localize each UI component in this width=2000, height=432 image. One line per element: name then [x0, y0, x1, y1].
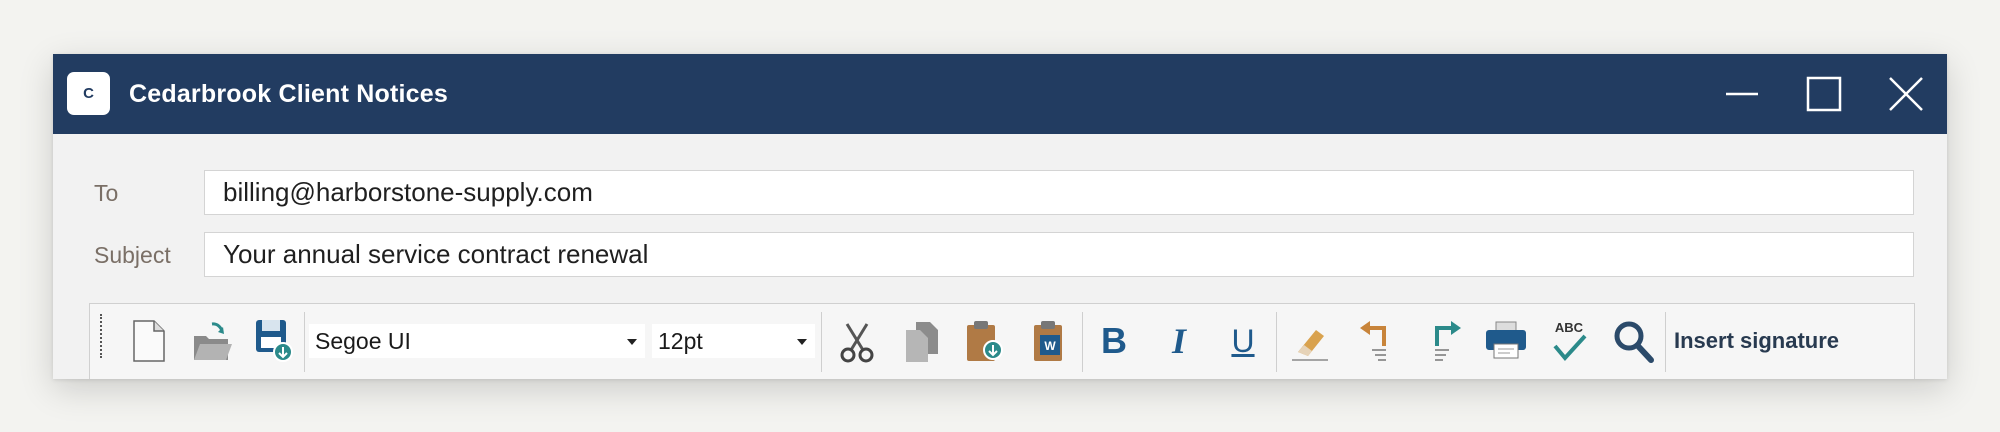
underline-icon: U	[1231, 323, 1255, 359]
font-family-select[interactable]: Segoe UI	[309, 324, 645, 358]
toolbar-separator	[1665, 312, 1666, 372]
chevron-down-icon	[797, 339, 807, 345]
eraser-icon	[1292, 330, 1328, 361]
svg-text:W: W	[1044, 339, 1056, 353]
toolbar-separator	[304, 312, 305, 372]
compose-window: C Cedarbrook Client Notices To billing@h…	[53, 54, 1947, 379]
title-bar: C Cedarbrook Client Notices	[53, 54, 1947, 134]
find-button[interactable]	[1609, 316, 1657, 366]
maximize-button[interactable]	[1800, 70, 1848, 118]
subject-label: Subject	[94, 242, 171, 268]
bold-icon: B	[1101, 320, 1127, 361]
minimize-button[interactable]	[1718, 70, 1766, 118]
toolbar-grip[interactable]	[100, 314, 104, 358]
paste-from-word-button[interactable]: W	[1026, 316, 1074, 366]
clear-formatting-button[interactable]	[1286, 316, 1334, 366]
font-family-value: Segoe UI	[315, 328, 411, 354]
maximize-icon	[1806, 76, 1842, 112]
bold-button[interactable]: B	[1090, 316, 1138, 366]
cut-button[interactable]	[833, 316, 881, 366]
save-button[interactable]	[250, 316, 298, 366]
formatting-toolbar: Segoe UI 12pt W B I U ABC Insert signatu…	[89, 303, 1915, 379]
italic-icon: I	[1171, 321, 1186, 361]
close-button[interactable]	[1882, 70, 1930, 118]
redo-icon	[1435, 321, 1461, 361]
paste-icon	[967, 321, 1003, 361]
new-document-icon	[133, 320, 165, 362]
subject-field[interactable]: Your annual service contract renewal	[204, 232, 1914, 277]
window-title: Cedarbrook Client Notices	[129, 80, 448, 108]
font-size-select[interactable]: 12pt	[652, 324, 815, 358]
save-icon	[256, 320, 293, 362]
search-icon	[1614, 321, 1654, 363]
chevron-down-icon	[627, 339, 637, 345]
paste-word-icon: W	[1034, 321, 1062, 361]
redo-button[interactable]	[1419, 316, 1467, 366]
insert-signature-button[interactable]: Insert signature	[1674, 328, 1839, 354]
to-field[interactable]: billing@harborstone-supply.com	[204, 170, 1914, 215]
app-icon: C	[67, 72, 110, 115]
open-button[interactable]	[188, 316, 236, 366]
close-icon	[1889, 77, 1923, 111]
to-label: To	[94, 180, 119, 206]
print-button[interactable]	[1482, 316, 1530, 366]
cut-icon	[840, 323, 874, 363]
font-size-value: 12pt	[658, 328, 703, 354]
toolbar-separator	[1082, 312, 1083, 372]
spellcheck-icon: ABC	[1553, 320, 1587, 362]
minimize-icon	[1726, 92, 1758, 96]
svg-text:ABC: ABC	[1555, 320, 1584, 335]
open-folder-icon	[194, 322, 232, 360]
undo-button[interactable]	[1354, 316, 1402, 366]
toolbar-separator	[821, 312, 822, 372]
paste-button[interactable]	[960, 316, 1008, 366]
italic-button[interactable]: I	[1155, 316, 1203, 366]
new-document-button[interactable]	[124, 316, 172, 366]
underline-button[interactable]: U	[1219, 316, 1267, 366]
spellcheck-button[interactable]: ABC	[1545, 316, 1593, 366]
copy-icon	[906, 322, 938, 362]
toolbar-separator	[1276, 312, 1277, 372]
print-icon	[1486, 321, 1526, 359]
undo-icon	[1360, 321, 1386, 361]
copy-button[interactable]	[898, 316, 946, 366]
